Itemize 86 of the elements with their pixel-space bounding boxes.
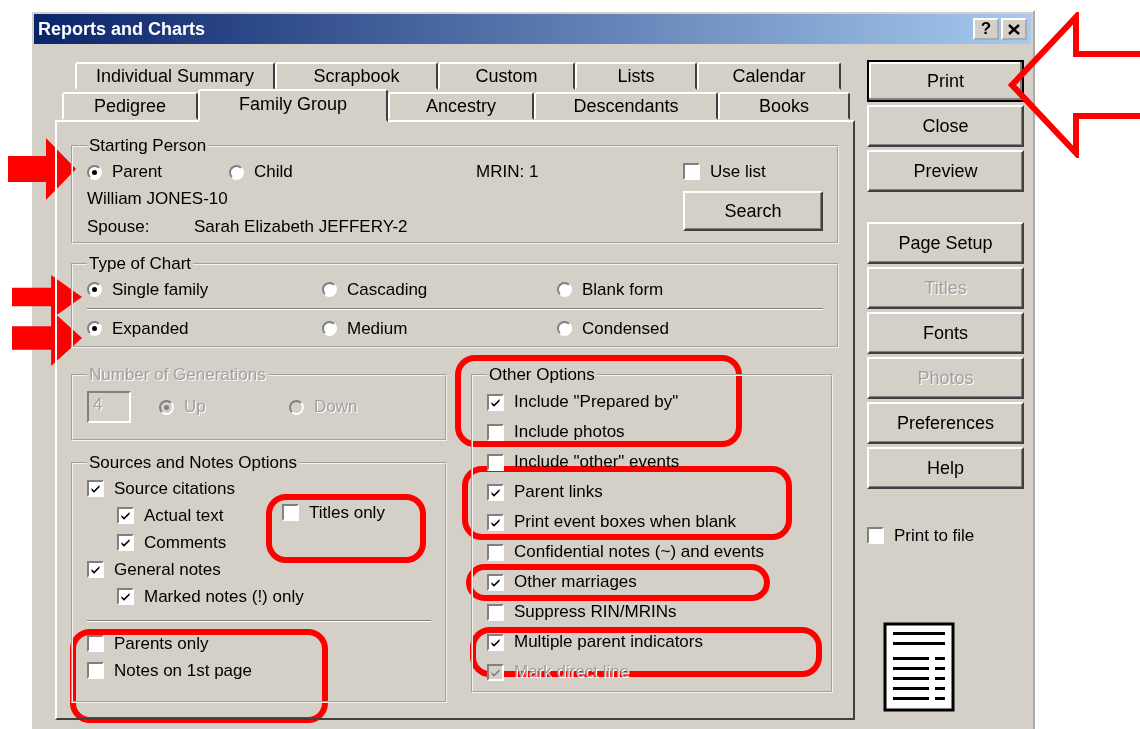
checkbox[interactable] xyxy=(683,163,700,180)
option-label: Single family xyxy=(112,279,209,300)
checkbox[interactable] xyxy=(487,603,504,621)
option-label: Source citations xyxy=(114,478,235,499)
tab[interactable]: Scrapbook xyxy=(275,62,438,90)
dialog-button[interactable]: Preview xyxy=(867,150,1024,192)
tab[interactable]: Lists xyxy=(575,62,697,90)
option-label: Suppress RIN/MRINs xyxy=(514,602,677,622)
option-label: Comments xyxy=(144,532,227,553)
tab[interactable]: Books xyxy=(718,92,850,120)
option-label: Include photos xyxy=(514,422,625,442)
checkbox[interactable] xyxy=(282,504,299,521)
dialog-button[interactable]: Fonts xyxy=(867,312,1024,354)
group-title: Starting Person xyxy=(88,136,208,156)
spouse-label: Spouse: xyxy=(87,216,151,238)
arrow-icon xyxy=(8,138,76,200)
checkbox[interactable] xyxy=(487,423,504,441)
arrow-icon xyxy=(12,310,82,366)
option-label: Parent links xyxy=(514,482,603,502)
radio-button[interactable] xyxy=(557,321,572,336)
dialog-button[interactable]: Close xyxy=(867,105,1024,147)
checkbox[interactable] xyxy=(117,507,134,524)
checkbox[interactable] xyxy=(117,534,134,551)
checkbox[interactable] xyxy=(117,588,134,605)
option-label: Blank form xyxy=(582,279,664,300)
option-label: Use list xyxy=(710,161,766,182)
radio-button[interactable] xyxy=(87,282,102,297)
radio-button[interactable] xyxy=(557,282,572,297)
window-title: Reports and Charts xyxy=(38,18,207,40)
tab[interactable]: Descendants xyxy=(534,92,718,120)
option-label: Parents only xyxy=(114,633,209,654)
checkbox[interactable] xyxy=(487,453,504,471)
group-title: Type of Chart xyxy=(88,254,193,274)
search-button[interactable]: Search xyxy=(683,191,823,231)
dialog-button[interactable]: Print xyxy=(867,60,1024,102)
dialog-button[interactable]: Page Setup xyxy=(867,222,1024,264)
close-button[interactable] xyxy=(1001,18,1027,40)
checkbox[interactable] xyxy=(487,393,504,411)
option-label: Titles only xyxy=(309,502,385,523)
tab[interactable]: Individual Summary xyxy=(75,62,275,90)
option-label: General notes xyxy=(114,559,221,580)
option-label: Print event boxes when blank xyxy=(514,512,737,532)
close-icon xyxy=(1008,23,1020,35)
dialog-button[interactable]: Help xyxy=(867,447,1024,489)
option-label: Medium xyxy=(347,318,408,339)
radio-button[interactable] xyxy=(322,321,337,336)
tab[interactable]: Calendar xyxy=(697,62,841,90)
tab[interactable]: Pedigree xyxy=(62,92,198,120)
checkbox[interactable] xyxy=(867,527,884,544)
option-label: Confidential notes (~) and events xyxy=(514,542,764,562)
option-label: Cascading xyxy=(347,279,428,300)
option-label: Child xyxy=(254,162,293,182)
checkbox[interactable] xyxy=(87,480,104,497)
checkbox[interactable] xyxy=(87,561,104,578)
checkbox[interactable] xyxy=(487,543,504,561)
checkbox[interactable] xyxy=(487,573,504,591)
dialog-button[interactable]: Preferences xyxy=(867,402,1024,444)
group-title: Sources and Notes Options xyxy=(88,453,298,473)
radio-button[interactable] xyxy=(229,164,244,180)
document-icon xyxy=(883,622,957,714)
option-label: Actual text xyxy=(144,505,224,526)
checkbox[interactable] xyxy=(87,635,104,652)
checkbox[interactable] xyxy=(87,662,104,679)
radio-button[interactable] xyxy=(87,164,102,180)
spouse-name: Sarah Elizabeth JEFFERY-2 xyxy=(194,216,408,238)
tab[interactable]: Family Group xyxy=(198,89,388,122)
radio-button[interactable] xyxy=(87,321,102,336)
tab[interactable]: Ancestry xyxy=(388,92,534,120)
group-title: Other Options xyxy=(488,365,596,385)
option-label: Condensed xyxy=(582,318,669,339)
tab[interactable]: Custom xyxy=(438,62,575,90)
person-name: William JONES-10 xyxy=(87,188,229,210)
option-label: Print to file xyxy=(894,525,975,546)
checkbox[interactable] xyxy=(487,513,504,531)
option-label: Other marriages xyxy=(514,572,637,592)
option-label: Include "Prepared by" xyxy=(514,392,679,412)
mrin-label: MRIN: 1 xyxy=(476,161,540,183)
option-label: Multiple parent indicators xyxy=(514,632,703,652)
option-label: Marked notes (!) only xyxy=(144,586,304,607)
option-label: Parent xyxy=(112,162,163,182)
help-button[interactable]: ? xyxy=(973,18,999,40)
option-label: Notes on 1st page xyxy=(114,660,252,681)
checkbox[interactable] xyxy=(487,633,504,651)
checkbox[interactable] xyxy=(487,483,504,501)
option-label: Expanded xyxy=(112,318,189,339)
radio-button[interactable] xyxy=(322,282,337,297)
